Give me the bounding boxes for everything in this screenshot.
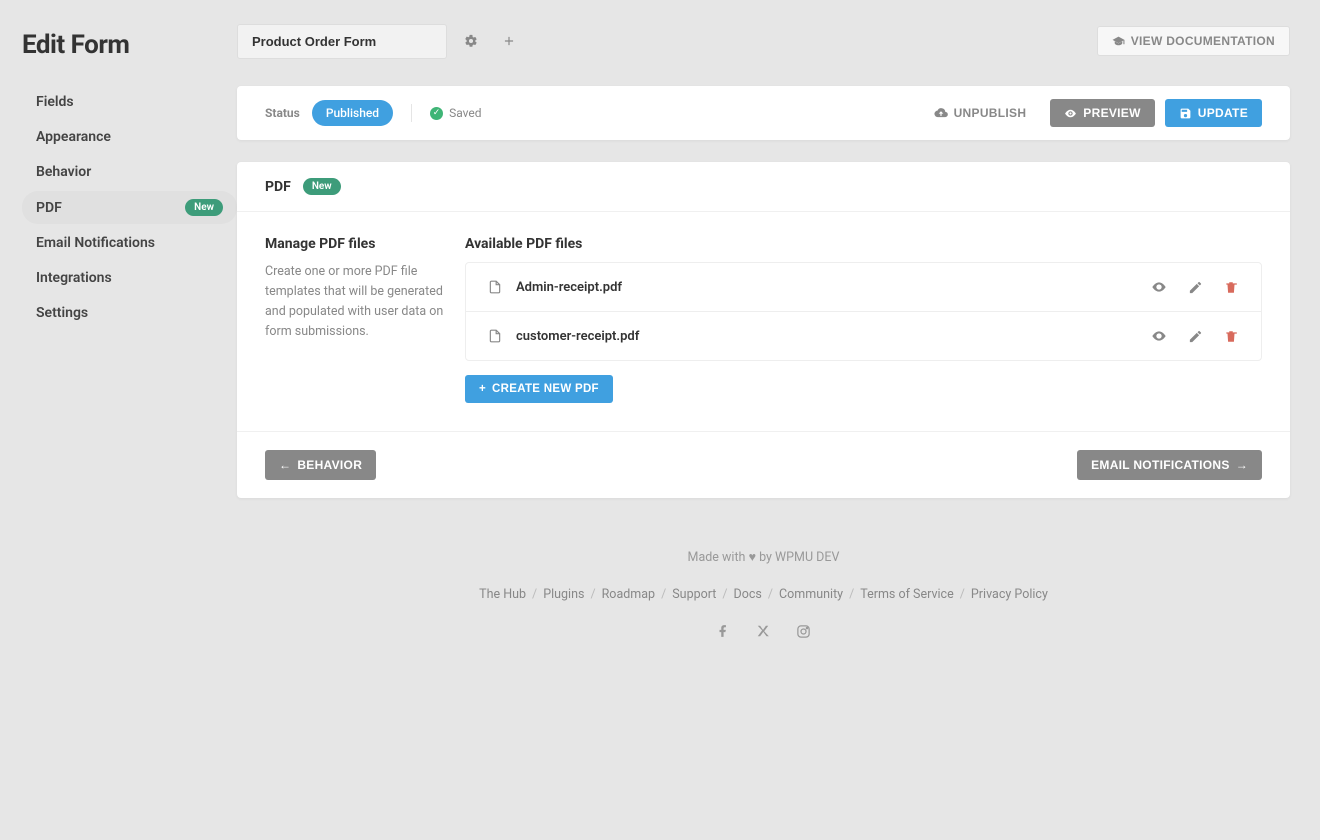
prev-section-button[interactable]: ← Behavior xyxy=(265,450,376,480)
arrow-right-icon: → xyxy=(1236,458,1248,472)
footer-links: The Hub/ Plugins/ Roadmap/ Support/ Docs… xyxy=(237,587,1290,602)
trash-icon[interactable] xyxy=(1223,279,1239,295)
status-pill: Published xyxy=(312,100,393,126)
check-icon: ✓ xyxy=(430,107,443,120)
trash-icon[interactable] xyxy=(1223,328,1239,344)
save-icon xyxy=(1179,107,1192,120)
footer: Made with ♥ by WPMU DEV The Hub/ Plugins… xyxy=(237,520,1290,639)
sidebar: Fields Appearance Behavior PDF New Email… xyxy=(22,60,237,639)
cloud-upload-icon xyxy=(934,106,948,120)
available-title: Available PDF files xyxy=(465,236,1262,252)
manage-title: Manage PDF files xyxy=(265,236,465,252)
pdf-file-name: Admin-receipt.pdf xyxy=(516,280,1137,295)
unpublish-button[interactable]: Unpublish xyxy=(920,99,1041,127)
manage-desc: Create one or more PDF file templates th… xyxy=(265,262,465,342)
gear-icon[interactable] xyxy=(457,27,485,55)
divider xyxy=(411,104,412,122)
pencil-icon[interactable] xyxy=(1187,279,1203,295)
pdf-file-row: Admin-receipt.pdf xyxy=(466,263,1261,312)
preview-button[interactable]: Preview xyxy=(1050,99,1154,127)
view-docs-label: View Documentation xyxy=(1131,34,1275,48)
sidebar-item-pdf[interactable]: PDF New xyxy=(22,191,237,224)
create-pdf-button[interactable]: + Create New PDF xyxy=(465,375,613,403)
heart-icon: ♥ xyxy=(749,550,756,565)
status-bar: Status Published ✓ Saved Unpublish xyxy=(237,86,1290,140)
plus-icon[interactable] xyxy=(495,27,523,55)
graduation-cap-icon xyxy=(1112,35,1125,48)
form-name-input[interactable] xyxy=(237,24,447,59)
section-title: PDF xyxy=(265,179,291,195)
footer-link[interactable]: Plugins xyxy=(543,587,584,602)
next-section-button[interactable]: Email Notifications → xyxy=(1077,450,1262,480)
new-badge: New xyxy=(185,199,223,216)
eye-icon[interactable] xyxy=(1151,279,1167,295)
footer-link[interactable]: Community xyxy=(779,587,843,602)
sidebar-item-fields[interactable]: Fields xyxy=(22,86,237,118)
footer-social xyxy=(237,624,1290,639)
pdf-file-list: Admin-receipt.pdf xyxy=(465,262,1262,361)
plus-icon: + xyxy=(479,383,486,395)
footer-link[interactable]: Support xyxy=(672,587,716,602)
page-title: Edit Form xyxy=(22,22,237,60)
footer-link[interactable]: Docs xyxy=(734,587,762,602)
facebook-icon[interactable] xyxy=(716,624,730,639)
pdf-file-row: customer-receipt.pdf xyxy=(466,312,1261,360)
sidebar-item-behavior[interactable]: Behavior xyxy=(22,156,237,188)
footer-made: Made with ♥ by WPMU DEV xyxy=(237,550,1290,565)
pdf-file-name: customer-receipt.pdf xyxy=(516,329,1137,344)
file-icon xyxy=(488,328,502,344)
file-icon xyxy=(488,279,502,295)
section-badge: New xyxy=(303,178,341,195)
footer-link[interactable]: Privacy Policy xyxy=(971,587,1048,602)
available-pdf-panel: Available PDF files Admin-receipt.pdf xyxy=(465,236,1262,403)
sidebar-item-integrations[interactable]: Integrations xyxy=(22,262,237,294)
footer-link[interactable]: Roadmap xyxy=(602,587,655,602)
sidebar-item-settings[interactable]: Settings xyxy=(22,297,237,329)
arrow-left-icon: ← xyxy=(279,458,291,472)
update-button[interactable]: Update xyxy=(1165,99,1262,127)
instagram-icon[interactable] xyxy=(796,624,811,639)
manage-description: Manage PDF files Create one or more PDF … xyxy=(265,236,465,403)
status-label: Status xyxy=(265,106,300,120)
footer-link[interactable]: The Hub xyxy=(479,587,526,602)
x-icon[interactable] xyxy=(756,624,770,639)
sidebar-item-appearance[interactable]: Appearance xyxy=(22,121,237,153)
footer-link[interactable]: Terms of Service xyxy=(860,587,953,602)
eye-icon[interactable] xyxy=(1151,328,1167,344)
pencil-icon[interactable] xyxy=(1187,328,1203,344)
sidebar-item-email-notifications[interactable]: Email Notifications xyxy=(22,227,237,259)
eye-icon xyxy=(1064,107,1077,120)
header: View Documentation xyxy=(237,22,1290,60)
view-docs-button[interactable]: View Documentation xyxy=(1097,26,1290,56)
saved-indicator: ✓ Saved xyxy=(430,106,481,120)
pdf-section: PDF New Manage PDF files Create one or m… xyxy=(237,162,1290,498)
